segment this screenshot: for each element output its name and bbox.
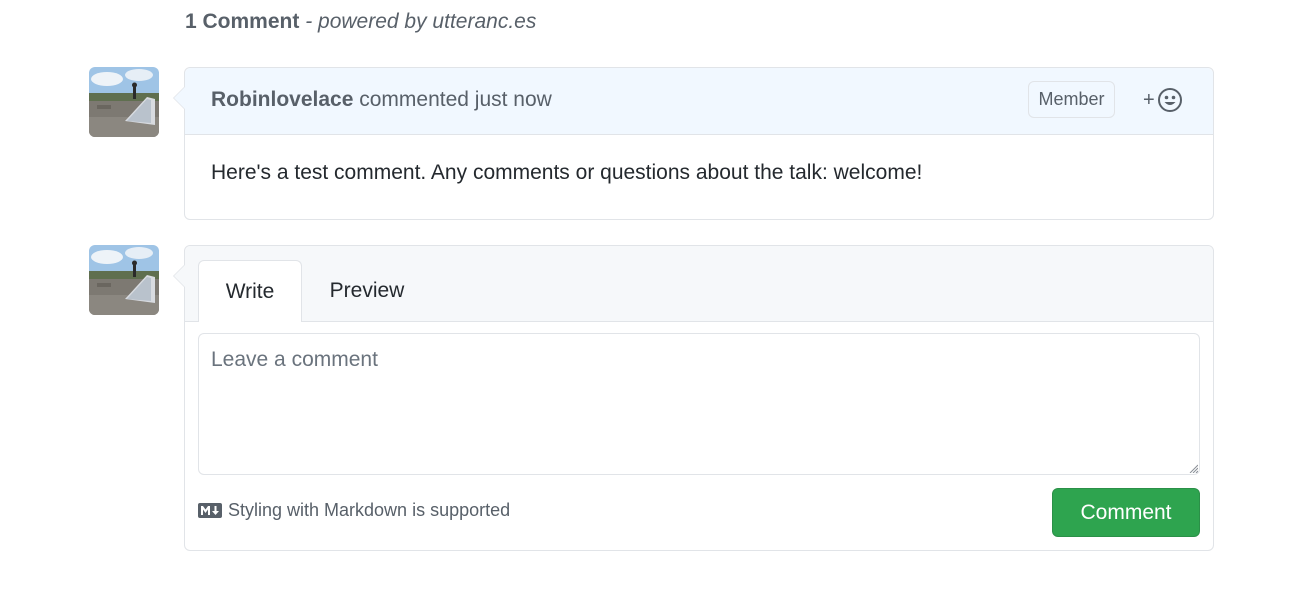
comment-author[interactable]: Robinlovelace	[211, 88, 353, 111]
avatar-photo	[89, 245, 159, 315]
plus-icon: +	[1143, 88, 1155, 111]
avatar[interactable]	[89, 245, 159, 315]
comment-header: Robinlovelace commented just now Member …	[185, 68, 1213, 135]
powered-by-link[interactable]: - powered by utteranc.es	[305, 10, 536, 33]
submit-comment-button[interactable]: Comment	[1052, 488, 1200, 537]
avatar-photo	[89, 67, 159, 137]
new-comment-form: Write Preview Styling with Markdown is s…	[173, 245, 1214, 551]
comment: Robinlovelace commented just now Member …	[173, 67, 1214, 220]
comment-action: commented	[359, 88, 469, 111]
bubble-arrow	[173, 264, 185, 288]
tab-preview[interactable]: Preview	[313, 260, 421, 322]
comments-count-header: 1 Comment - powered by utteranc.es	[185, 10, 536, 34]
markdown-icon	[198, 503, 222, 518]
comment-body: Here's a test comment. Any comments or q…	[211, 161, 923, 184]
comment-count: 1 Comment	[185, 10, 300, 33]
comment-time[interactable]: just now	[475, 88, 552, 111]
comment-textarea[interactable]	[198, 333, 1200, 475]
comments-widget: 1 Comment - powered by utteranc.es Robin…	[0, 0, 1314, 616]
editor-tabs: Write Preview	[185, 246, 1213, 322]
smiley-icon	[1157, 88, 1182, 112]
avatar[interactable]	[89, 67, 159, 137]
bubble-arrow	[173, 86, 185, 110]
tab-write[interactable]: Write	[198, 260, 302, 322]
add-reaction-button[interactable]: +	[1143, 87, 1183, 113]
member-badge: Member	[1028, 81, 1115, 118]
markdown-hint[interactable]: Styling with Markdown is supported	[198, 500, 510, 521]
comment-meta: Robinlovelace commented just now	[211, 88, 552, 112]
markdown-hint-text: Styling with Markdown is supported	[228, 500, 511, 520]
resize-handle-icon[interactable]	[1188, 463, 1198, 473]
